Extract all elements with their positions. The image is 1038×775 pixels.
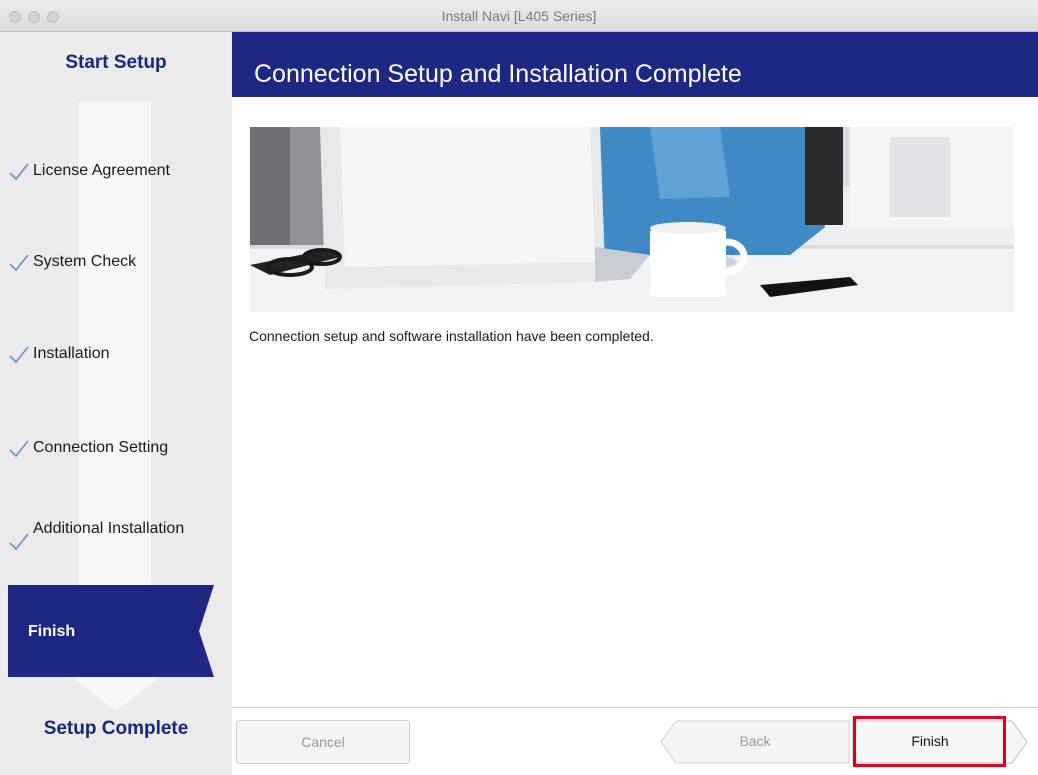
checkmark-icon (9, 440, 29, 458)
step-label: Additional Installation (33, 520, 185, 537)
checkmark-icon (9, 163, 29, 181)
office-desk-illustration (250, 127, 1014, 312)
back-button-label: Back (739, 733, 771, 749)
hero-office-image (250, 127, 1014, 312)
cancel-button[interactable]: Cancel (236, 720, 410, 764)
checkmark-icon (9, 533, 29, 551)
completion-message: Connection setup and software installati… (249, 328, 654, 344)
step-label: System Check (33, 253, 137, 270)
page-header: Connection Setup and Installation Comple… (232, 32, 1038, 97)
step-finish-current: Finish (0, 585, 232, 677)
setup-steps-sidebar: Start Setup License Agreement System Che… (0, 32, 232, 775)
step-label: License Agreement (33, 162, 170, 179)
sidebar-header: Start Setup (65, 52, 167, 73)
step-label: Connection Setting (33, 439, 169, 456)
checkmark-icon (9, 346, 29, 364)
window-title: Install Navi [L405 Series] (441, 8, 597, 24)
finish-highlight-box (853, 716, 1006, 767)
progress-arrow-head (72, 677, 160, 711)
sidebar-footer: Setup Complete (43, 718, 189, 739)
footer-divider (232, 707, 1038, 708)
checkmark-icon (9, 254, 29, 272)
cancel-button-label: Cancel (301, 734, 345, 750)
window-titlebar: Install Navi [L405 Series] (0, 0, 1038, 32)
current-step-label: Finish (28, 623, 76, 640)
step-label: Installation (33, 345, 110, 362)
page-title: Connection Setup and Installation Comple… (254, 60, 742, 88)
back-button[interactable]: Back (660, 720, 850, 764)
